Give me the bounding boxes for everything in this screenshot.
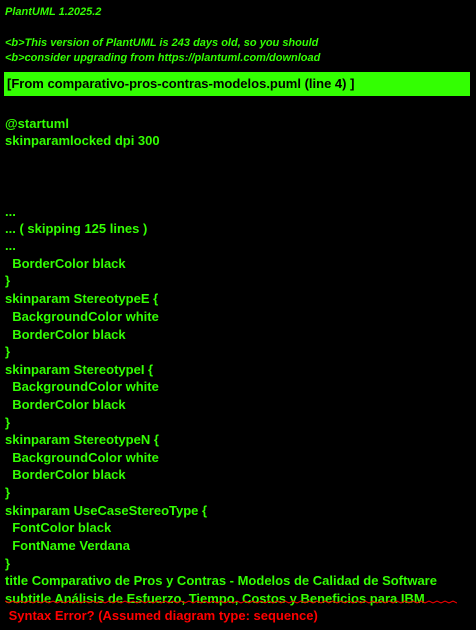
code-line: } (5, 556, 11, 571)
code-line: BorderColor black (5, 256, 126, 271)
code-line: ... (5, 238, 16, 253)
upgrade-notice-line-2: <b>consider upgrading from https://plant… (5, 52, 321, 64)
code-line: FontName Verdana (5, 538, 130, 553)
syntax-error-message: Syntax Error? (Assumed diagram type: seq… (5, 608, 318, 623)
code-line: skinparam StereotypeI { (5, 362, 154, 377)
error-squiggle-underline (5, 600, 457, 604)
code-line: } (5, 485, 11, 500)
plantuml-version: PlantUML 1.2025.2 (5, 6, 102, 18)
code-line: ... ( skipping 125 lines ) (5, 221, 148, 236)
code-line: BackgroundColor white (5, 450, 159, 465)
code-line: skinparam UseCaseStereoType { (5, 503, 208, 518)
code-line: skinparam StereotypeN { (5, 432, 159, 447)
upgrade-notice-line-1: <b>This version of PlantUML is 243 days … (5, 37, 319, 49)
code-line: BackgroundColor white (5, 379, 159, 394)
code-line: title Comparativo de Pros y Contras - Mo… (5, 573, 437, 588)
code-line: skinparamlocked dpi 300 (5, 133, 160, 148)
code-line: skinparam StereotypeE { (5, 291, 159, 306)
code-line: FontColor black (5, 520, 112, 535)
code-line: BorderColor black (5, 397, 126, 412)
code-line: BackgroundColor white (5, 309, 159, 324)
code-line: } (5, 415, 11, 430)
code-line: BorderColor black (5, 327, 126, 342)
code-line: } (5, 344, 11, 359)
code-line: BorderColor black (5, 467, 126, 482)
code-line-error: subtitle Análisis de Esfuerzo, Tiempo, C… (5, 591, 425, 606)
code-line: } (5, 273, 11, 288)
code-line: @startuml (5, 116, 69, 131)
source-file-reference: [From comparativo-pros-contras-modelos.p… (4, 72, 470, 96)
code-line: ... (5, 204, 16, 219)
